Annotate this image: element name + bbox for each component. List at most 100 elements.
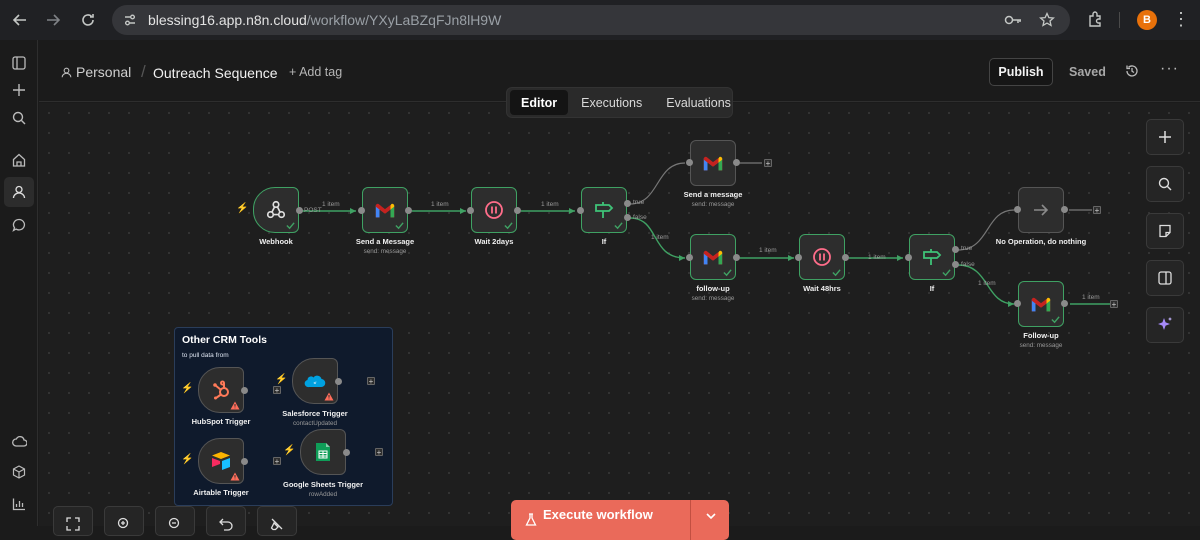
tab-editor[interactable]: Editor — [510, 90, 569, 115]
add-node-button[interactable]: + — [764, 159, 772, 168]
zoom-in-button[interactable] — [104, 506, 144, 536]
node-no-operation[interactable] — [1018, 187, 1064, 233]
add-sticky-note-button[interactable] — [1146, 213, 1184, 249]
breadcrumb-project[interactable]: Personal — [61, 64, 131, 80]
node-send-a-message[interactable] — [362, 187, 408, 233]
chevron-down-icon[interactable] — [705, 511, 717, 521]
output-port[interactable] — [296, 207, 303, 214]
input-port[interactable] — [1014, 300, 1021, 307]
add-node-button[interactable]: + — [1093, 206, 1101, 215]
history-icon[interactable] — [1125, 64, 1139, 83]
browser-menu-icon[interactable]: ⋮ — [1172, 10, 1190, 28]
output-port-false[interactable] — [952, 261, 959, 268]
site-info-icon[interactable] — [122, 12, 138, 28]
gmail-icon — [703, 156, 723, 171]
input-port[interactable] — [1014, 206, 1021, 213]
input-port[interactable] — [905, 254, 912, 261]
templates-cube-icon[interactable] — [8, 461, 30, 483]
bookmark-star-icon[interactable] — [1036, 11, 1058, 29]
output-port[interactable] — [1061, 300, 1068, 307]
ai-assistant-button[interactable] — [1146, 307, 1184, 343]
node-hubspot-trigger[interactable] — [198, 367, 244, 413]
personal-user-icon[interactable] — [4, 177, 34, 207]
node-airtable-trigger[interactable] — [198, 438, 244, 484]
add-node-button[interactable]: + — [273, 457, 281, 466]
add-icon[interactable] — [8, 79, 30, 101]
output-port[interactable] — [733, 159, 740, 166]
if-signpost-icon — [923, 249, 942, 265]
breadcrumb-separator: / — [141, 62, 146, 81]
toggle-panel-button[interactable] — [1146, 260, 1184, 296]
address-bar[interactable]: blessing16.app.n8n.cloud/workflow/YXyLaB… — [112, 5, 1070, 35]
gmail-icon — [375, 203, 395, 218]
output-port[interactable] — [335, 378, 342, 385]
node-label: Wait 48hrs — [803, 284, 841, 293]
tab-evaluations[interactable]: Evaluations — [655, 90, 742, 115]
output-port[interactable] — [514, 207, 521, 214]
output-port-true[interactable] — [952, 246, 959, 253]
edge-label-item: 1 item — [759, 247, 777, 254]
input-port[interactable] — [686, 254, 693, 261]
edge-label-item: 1 item — [1082, 294, 1100, 301]
output-port[interactable] — [1061, 206, 1068, 213]
sticky-note-icon — [1159, 224, 1171, 238]
input-port[interactable] — [686, 159, 693, 166]
home-icon[interactable] — [8, 149, 30, 171]
publish-button[interactable]: Publish — [989, 58, 1053, 86]
output-port[interactable] — [343, 449, 350, 456]
input-port[interactable] — [467, 207, 474, 214]
add-node-button[interactable]: + — [367, 377, 375, 386]
node-send-a-message-2[interactable] — [690, 140, 736, 186]
node-wait-48hrs[interactable] — [799, 234, 845, 280]
collapse-sidebar-icon[interactable] — [8, 52, 30, 74]
output-port[interactable] — [733, 254, 740, 261]
node-follow-up-2[interactable] — [1018, 281, 1064, 327]
output-port[interactable] — [842, 254, 849, 261]
profile-avatar[interactable]: B — [1137, 10, 1157, 30]
search-icon[interactable] — [8, 107, 30, 129]
success-check-icon — [832, 269, 841, 277]
add-node-panel-button[interactable] — [1146, 119, 1184, 155]
node-salesforce-trigger[interactable]: sf — [292, 358, 338, 404]
search-nodes-button[interactable] — [1146, 166, 1184, 202]
input-port[interactable] — [795, 254, 802, 261]
add-node-button[interactable]: + — [375, 448, 383, 457]
gmail-icon — [703, 250, 723, 265]
output-port[interactable] — [405, 207, 412, 214]
undo-button[interactable] — [206, 506, 246, 536]
node-webhook[interactable] — [253, 187, 299, 233]
output-port[interactable] — [241, 458, 248, 465]
node-label: follow-up — [696, 284, 730, 293]
add-tag-button[interactable]: + Add tag — [289, 65, 342, 79]
forward-icon[interactable] — [36, 3, 70, 37]
add-node-button[interactable]: + — [1110, 300, 1118, 309]
node-follow-up[interactable] — [690, 234, 736, 280]
reload-icon[interactable] — [71, 3, 105, 37]
execute-workflow-button[interactable]: Execute workflow — [511, 500, 729, 540]
back-icon[interactable] — [3, 3, 37, 37]
cloud-icon[interactable] — [8, 430, 30, 452]
node-if[interactable] — [581, 187, 627, 233]
node-wait-2days[interactable] — [471, 187, 517, 233]
chat-icon[interactable] — [8, 214, 30, 236]
more-options-icon[interactable]: ··· — [1160, 60, 1179, 78]
extensions-icon[interactable] — [1087, 10, 1105, 33]
input-port[interactable] — [358, 207, 365, 214]
insights-chart-icon[interactable] — [8, 493, 30, 515]
input-port[interactable] — [577, 207, 584, 214]
key-icon[interactable] — [1002, 11, 1024, 29]
node-if-2[interactable] — [909, 234, 955, 280]
fit-view-button[interactable] — [53, 506, 93, 536]
node-label: Send a message — [683, 190, 743, 199]
workflow-title[interactable]: Outreach Sequence — [153, 65, 278, 81]
edge-label-true: true — [633, 199, 645, 206]
clear-execution-button[interactable] — [257, 506, 297, 536]
add-node-button[interactable]: + — [273, 386, 281, 395]
output-port-true[interactable] — [624, 200, 631, 207]
tab-executions[interactable]: Executions — [570, 90, 653, 115]
output-port-false[interactable] — [624, 214, 631, 221]
zoom-out-button[interactable] — [155, 506, 195, 536]
edge-label-item: 1 item — [322, 201, 340, 208]
node-google-sheets-trigger[interactable] — [300, 429, 346, 475]
output-port[interactable] — [241, 387, 248, 394]
